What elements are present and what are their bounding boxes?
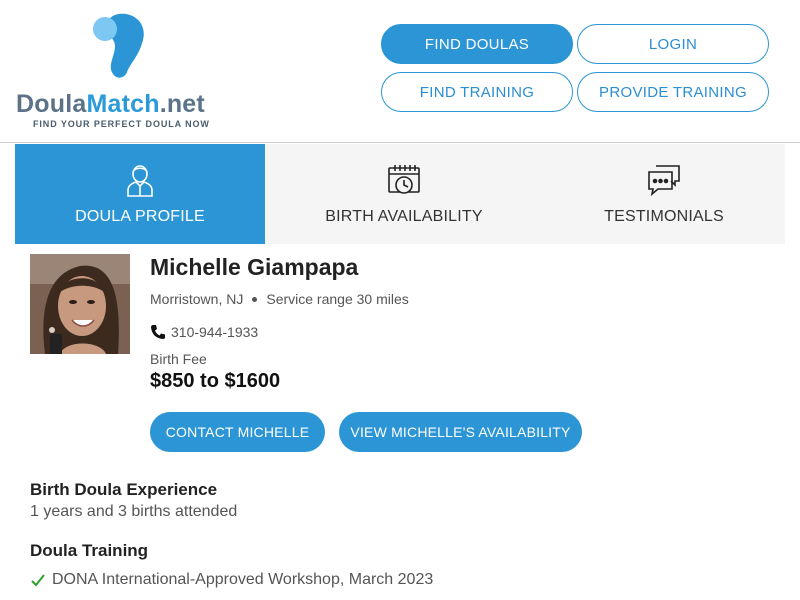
fee-value: $850 to $1600 xyxy=(150,370,281,392)
phone-line: 310-944-1933 xyxy=(150,324,258,340)
experience-text: 1 years and 3 births attended xyxy=(30,503,238,520)
login-button[interactable]: LOGIN xyxy=(577,24,769,64)
service-range-text: Service range 30 miles xyxy=(266,291,409,307)
phone-icon xyxy=(151,325,165,339)
logo-word-match: Match xyxy=(86,90,160,118)
logo-word-doula: Doula xyxy=(16,90,87,118)
logo-mark-icon xyxy=(93,13,144,78)
phone-number[interactable]: 310-944-1933 xyxy=(171,324,258,340)
calendar-clock-icon xyxy=(386,162,422,198)
tab-label: DOULA PROFILE xyxy=(75,208,205,225)
contact-button[interactable]: CONTACT MICHELLE xyxy=(150,412,325,452)
tab-birth-availability[interactable]: BIRTH AVAILABILITY xyxy=(265,144,543,244)
tab-label: BIRTH AVAILABILITY xyxy=(325,208,483,225)
chat-bubbles-icon xyxy=(646,162,682,198)
tab-testimonials[interactable]: TESTIMONIALS xyxy=(543,144,785,244)
profile-tabs: DOULA PROFILE BIRTH AVAILABILITY TESTIMO… xyxy=(15,144,785,244)
separator-dot-icon xyxy=(252,296,258,302)
doula-name: Michelle Giampapa xyxy=(150,254,359,280)
logo-word-net: .net xyxy=(159,90,205,118)
provide-training-button[interactable]: PROVIDE TRAINING xyxy=(577,72,769,112)
location-line: Morristown, NJ Service range 30 miles xyxy=(150,291,409,307)
training-title: Doula Training xyxy=(30,541,149,560)
site-header: DoulaMatch.net FIND YOUR PERFECT DOULA N… xyxy=(0,0,800,143)
logo-wordmark: DoulaMatch.net xyxy=(16,90,205,119)
logo-tagline: FIND YOUR PERFECT DOULA NOW xyxy=(33,119,210,129)
view-availability-button[interactable]: VIEW MICHELLE'S AVAILABILITY xyxy=(339,412,582,452)
list-item: DONA International-Approved Workshop, Ma… xyxy=(30,571,433,589)
person-icon xyxy=(122,162,158,198)
fee-label: Birth Fee xyxy=(150,351,207,367)
site-logo[interactable]: DoulaMatch.net FIND YOUR PERFECT DOULA N… xyxy=(16,12,226,132)
profile-photo xyxy=(30,254,130,354)
find-training-button[interactable]: FIND TRAINING xyxy=(381,72,573,112)
training-item-text: DONA International-Approved Workshop, Ma… xyxy=(52,571,434,588)
experience-title: Birth Doula Experience xyxy=(30,480,218,499)
find-doulas-button[interactable]: FIND DOULAS xyxy=(381,24,573,64)
tab-label: TESTIMONIALS xyxy=(604,208,724,225)
location-text: Morristown, NJ xyxy=(150,291,244,307)
check-icon xyxy=(31,574,45,587)
tab-doula-profile[interactable]: DOULA PROFILE xyxy=(15,144,265,244)
